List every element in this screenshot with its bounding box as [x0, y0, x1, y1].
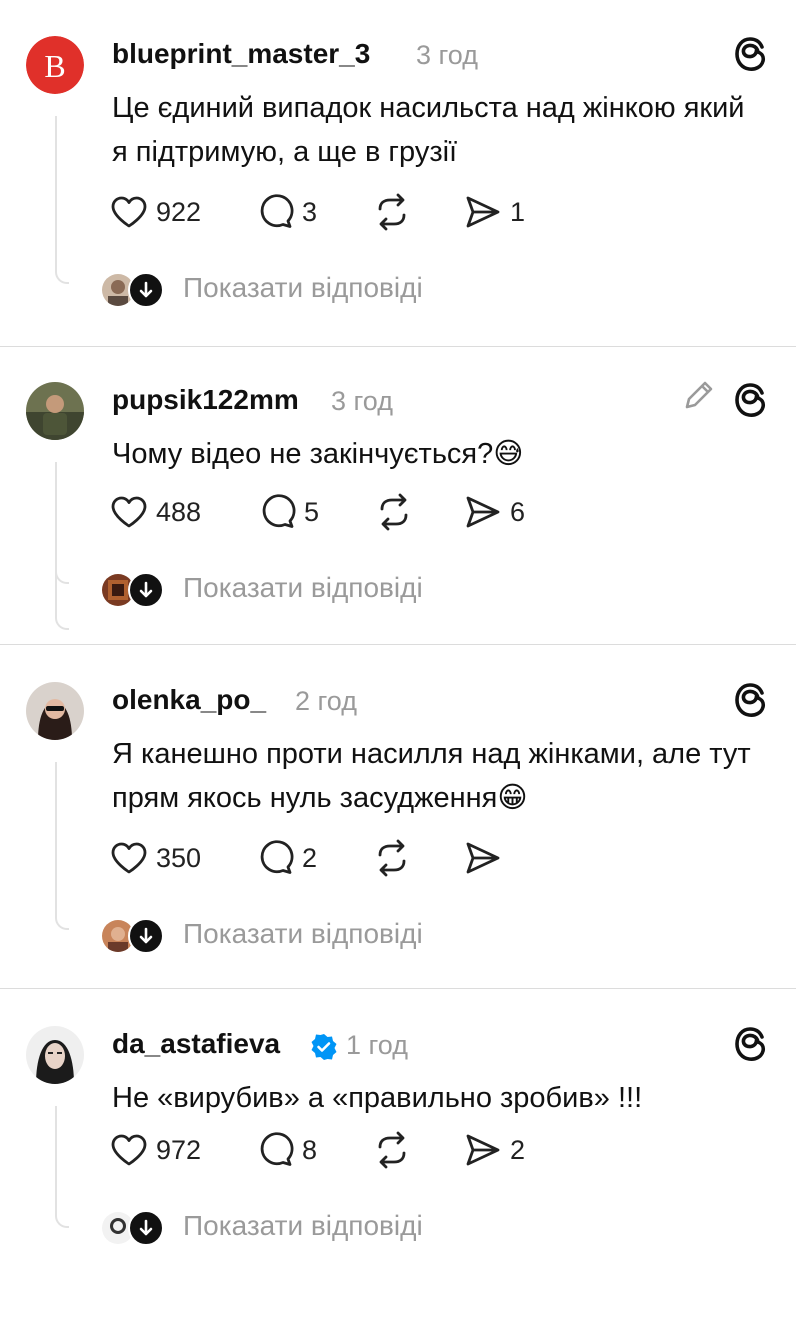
show-replies-link[interactable]: Показати відповіді	[183, 272, 423, 304]
timestamp: 3 год	[416, 40, 478, 70]
like-button[interactable]: 350	[110, 838, 201, 878]
comment-icon	[260, 1132, 294, 1166]
repost-icon	[378, 1131, 406, 1169]
post-text: Не «вирубив» а «правильно зробив» !!!	[112, 1082, 643, 1114]
show-replies-link[interactable]: Показати відповіді	[183, 918, 423, 950]
share-icon	[466, 1134, 500, 1166]
share-icon	[466, 196, 500, 228]
action-bar: 922 3 1	[110, 192, 670, 232]
edit-icon[interactable]	[682, 378, 716, 412]
thread-line	[55, 116, 69, 284]
share-button[interactable]: 6	[464, 492, 525, 532]
comment-count: 3	[302, 196, 318, 227]
share-icon	[466, 842, 500, 874]
comment-count: 2	[302, 842, 318, 873]
action-bar: 972 8 2	[110, 1130, 670, 1170]
show-replies-row[interactable]: Показати відповіді	[100, 270, 700, 308]
like-count: 350	[156, 842, 202, 873]
username[interactable]: pupsik122mm	[112, 384, 299, 416]
comment-button[interactable]: 2	[258, 838, 317, 878]
download-arrow-icon	[128, 272, 164, 308]
repost-button[interactable]	[372, 838, 412, 878]
repost-button[interactable]	[372, 192, 412, 232]
like-button[interactable]: 922	[110, 192, 201, 232]
post-text: Чому відео не закінчується?😅	[112, 438, 524, 470]
like-button[interactable]: 488	[110, 492, 201, 532]
repost-icon	[380, 493, 408, 531]
download-arrow-icon	[128, 1210, 164, 1246]
username[interactable]: da_astafieva	[112, 1028, 280, 1060]
divider	[0, 988, 796, 989]
threads-icon[interactable]	[730, 680, 770, 720]
post-blueprint-master: B blueprint_master_3 3 год Це єдиний вип…	[0, 0, 796, 343]
share-count: 6	[510, 496, 526, 527]
timestamp: 2 год	[295, 686, 357, 716]
thread-line	[55, 762, 69, 930]
show-replies-row[interactable]: Показати відповіді	[100, 916, 700, 954]
post-olenka: olenka_po_ 2 год Я канешно проти насилля…	[0, 646, 796, 989]
share-button[interactable]: 2	[464, 1130, 525, 1170]
like-count: 972	[156, 1134, 202, 1165]
action-bar: 488 5 6	[110, 492, 670, 532]
like-button[interactable]: 972	[110, 1130, 201, 1170]
share-count: 2	[510, 1134, 526, 1165]
download-arrow-icon	[128, 918, 164, 954]
comment-icon	[260, 194, 294, 228]
share-button[interactable]	[464, 838, 502, 878]
post-pupsik: pupsik122mm 3 год Чому відео не закінчує…	[0, 346, 796, 689]
download-arrow-icon	[128, 572, 164, 608]
action-bar: 350 2	[110, 838, 670, 878]
like-count: 488	[156, 496, 202, 527]
show-replies-link[interactable]: Показати відповіді	[183, 572, 423, 604]
verified-icon	[310, 1033, 338, 1061]
repost-icon	[378, 839, 406, 877]
comment-icon	[260, 840, 294, 874]
repost-button[interactable]	[374, 492, 414, 532]
avatar-letter: B	[44, 48, 65, 84]
avatar[interactable]: B	[26, 36, 84, 94]
heart-icon	[111, 196, 147, 228]
comment-button[interactable]: 5	[260, 492, 319, 532]
like-count: 922	[156, 196, 202, 227]
divider	[0, 644, 796, 645]
comment-count: 5	[304, 496, 320, 527]
threads-icon[interactable]	[730, 1024, 770, 1064]
username[interactable]: blueprint_master_3	[112, 38, 370, 70]
username[interactable]: olenka_po_	[112, 684, 266, 716]
show-replies-row[interactable]: Показати відповіді	[100, 570, 700, 608]
heart-icon	[111, 496, 147, 528]
share-button[interactable]: 1	[464, 192, 525, 232]
repost-button[interactable]	[372, 1130, 412, 1170]
thread-line	[55, 1106, 69, 1228]
post-text: Я канешно проти насилля над жінками, але…	[112, 738, 751, 814]
post-da-astafieva: da_astafieva 1 год Не «вирубив» а «прави…	[0, 990, 796, 1333]
avatar[interactable]	[26, 382, 84, 440]
heart-icon	[111, 1134, 147, 1166]
avatar[interactable]	[26, 1026, 84, 1084]
show-replies-link[interactable]: Показати відповіді	[183, 1210, 423, 1242]
avatar[interactable]	[26, 682, 84, 740]
threads-icon[interactable]	[730, 380, 770, 420]
heart-icon	[111, 842, 147, 874]
repost-icon	[378, 193, 406, 231]
timestamp: 1 год	[346, 1030, 408, 1060]
timestamp: 3 год	[331, 386, 393, 416]
show-replies-row[interactable]: Показати відповіді	[100, 1208, 700, 1246]
comment-count: 8	[302, 1134, 318, 1165]
comment-button[interactable]: 3	[258, 192, 317, 232]
share-icon	[466, 496, 500, 528]
comment-button[interactable]: 8	[258, 1130, 317, 1170]
threads-icon[interactable]	[730, 34, 770, 74]
comment-icon	[262, 494, 296, 528]
share-count: 1	[510, 196, 526, 227]
post-text: Це єдиний випадок насильста над жінкою я…	[112, 92, 745, 168]
thread-line-short	[55, 462, 69, 584]
